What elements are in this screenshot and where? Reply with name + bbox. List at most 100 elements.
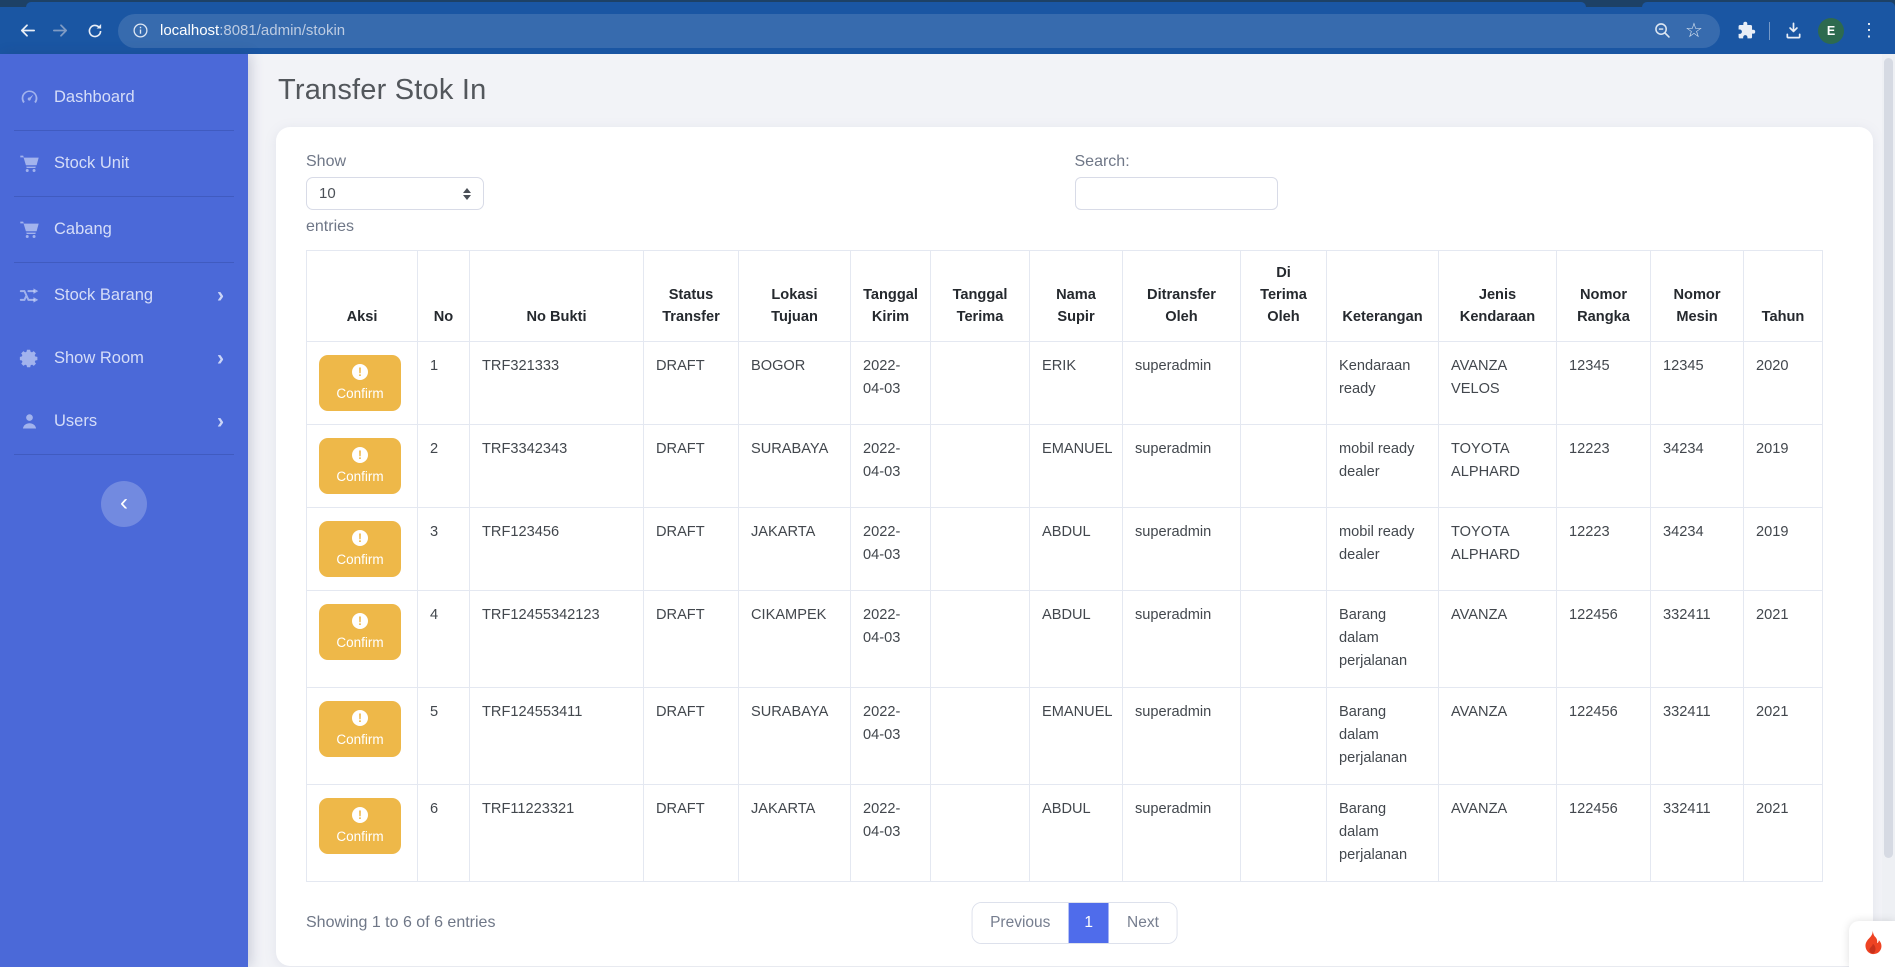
chevron-right-icon: › [217, 347, 224, 370]
sidebar-item-stock-unit[interactable]: Stock Unit [0, 132, 248, 195]
confirm-button-label: Confirm [336, 551, 384, 567]
cell-keterangan: Barang dalam perjalanan [1326, 686, 1439, 785]
column-header-tanggal-terima[interactable]: Tanggal Terima [930, 250, 1030, 342]
cell-jenis-kendaraan: AVANZA VELOS [1438, 340, 1557, 425]
cell-no: 6 [417, 783, 470, 882]
extensions-icon[interactable] [1730, 21, 1762, 40]
column-header-status-transfer[interactable]: Status Transfer [643, 250, 739, 342]
cell-no-bukti: TRF3342343 [469, 423, 644, 508]
cell-nomor-rangka: 12223 [1556, 506, 1651, 591]
scrollbar-thumb[interactable] [1884, 58, 1893, 858]
profile-avatar[interactable]: E [1818, 17, 1844, 44]
sidebar-item-label: Dashboard [54, 88, 135, 106]
table-row-5: ! Confirm 5 TRF124553411 DRAFT SURABAYA 2022-0… [306, 686, 1823, 785]
page-length-select[interactable]: 10 [306, 177, 484, 210]
confirm-button[interactable]: ! Confirm [319, 354, 401, 411]
sidebar: Dashboard Stock Unit Cabang Stock Barang › Sh… [0, 54, 248, 967]
bookmark-star-icon[interactable]: ☆ [1678, 21, 1710, 41]
cell-status-transfer: DRAFT [643, 589, 739, 688]
cell-aksi: ! Confirm [306, 589, 418, 688]
cell-aksi: ! Confirm [306, 686, 418, 785]
search-block: Search: [1074, 153, 1844, 236]
reload-button[interactable] [78, 14, 112, 48]
menu-kebab-icon[interactable]: ⋮ [1853, 20, 1885, 41]
sidebar-item-show-room[interactable]: Show Room › [0, 327, 248, 390]
cell-nama-supir: ABDUL [1029, 506, 1123, 591]
downloads-icon[interactable] [1777, 21, 1809, 40]
back-button[interactable] [10, 14, 44, 48]
entries-label: entries [306, 218, 355, 235]
confirm-button[interactable]: ! Confirm [319, 520, 401, 577]
shuffle-icon [19, 285, 40, 306]
pagination-previous[interactable]: Previous [972, 902, 1069, 943]
url-host: localhost [160, 22, 220, 39]
column-header-di-terima-oleh[interactable]: Di Terima Oleh [1240, 250, 1327, 342]
chevron-right-icon: › [217, 284, 224, 307]
column-header-aksi[interactable]: Aksi [306, 250, 418, 342]
cell-no-bukti: TRF123456 [469, 506, 644, 591]
cart-icon [19, 219, 40, 240]
stokin-table: Aksi No No Bukti Status Transfer Lokasi Tuju… [306, 250, 1823, 882]
sidebar-item-stock-barang[interactable]: Stock Barang › [0, 264, 248, 327]
confirm-button[interactable]: ! Confirm [319, 437, 401, 494]
cell-no-bukti: TRF124553411 [469, 686, 644, 785]
pagination-page-1[interactable]: 1 [1068, 902, 1110, 943]
sidebar-item-label: Cabang [54, 220, 112, 238]
cell-nomor-mesin: 12345 [1650, 340, 1744, 425]
confirm-button-label: Confirm [336, 385, 384, 401]
search-input[interactable] [1074, 177, 1278, 210]
sidebar-collapse-button[interactable]: ‹ [101, 481, 147, 527]
cell-nomor-rangka: 12345 [1556, 340, 1651, 425]
confirm-button-label: Confirm [336, 731, 384, 747]
sidebar-item-cabang[interactable]: Cabang [0, 198, 248, 261]
column-header-keterangan[interactable]: Keterangan [1326, 250, 1439, 342]
column-header-nama-supir[interactable]: Nama Supir [1029, 250, 1123, 342]
sidebar-item-label: Stock Unit [54, 154, 130, 172]
cell-tanggal-terima [930, 589, 1030, 688]
show-label: Show [306, 153, 347, 170]
scrollbar[interactable] [1882, 54, 1895, 921]
debug-toolbar-flame-icon[interactable] [1849, 921, 1895, 967]
column-header-nomor-rangka[interactable]: Nomor Rangka [1556, 250, 1651, 342]
exclamation-circle-icon: ! [352, 529, 368, 546]
column-header-jenis-kendaraan[interactable]: Jenis Kendaraan [1438, 250, 1557, 342]
column-header-nomor-mesin[interactable]: Nomor Mesin [1650, 250, 1744, 342]
table-footer: Showing 1 to 6 of 6 entries Previous 1 N… [306, 901, 1843, 944]
address-bar[interactable]: localhost:8081/admin/stokin ☆ [118, 13, 1720, 48]
cell-tanggal-kirim: 2022-04-03 [850, 686, 931, 785]
confirm-button-label: Confirm [336, 828, 384, 844]
table-row-1: ! Confirm 1 TRF321333 DRAFT BOGOR 2022-04-03 ER… [306, 340, 1823, 425]
confirm-button[interactable]: ! Confirm [319, 797, 401, 854]
cell-lokasi-tujuan: CIKAMPEK [738, 589, 851, 688]
forward-button[interactable] [44, 14, 78, 48]
column-header-ditransfer-oleh[interactable]: Ditransfer Oleh [1122, 250, 1241, 342]
confirm-button-label: Confirm [336, 468, 384, 484]
sidebar-nav: Dashboard Stock Unit Cabang Stock Barang › Sh… [0, 54, 248, 455]
gear-icon [19, 348, 40, 369]
column-header-no-bukti[interactable]: No Bukti [469, 250, 644, 342]
site-info-icon[interactable] [132, 22, 149, 39]
cell-nomor-rangka: 12223 [1556, 423, 1651, 508]
column-header-lokasi-tujuan[interactable]: Lokasi Tujuan [738, 250, 851, 342]
cell-tahun: 2021 [1743, 686, 1823, 785]
cell-aksi: ! Confirm [306, 506, 418, 591]
confirm-button[interactable]: ! Confirm [319, 700, 401, 757]
cell-ditransfer-oleh: superadmin [1122, 686, 1241, 785]
confirm-button[interactable]: ! Confirm [319, 603, 401, 660]
cell-tanggal-kirim: 2022-04-03 [850, 340, 931, 425]
table-row-4: ! Confirm 4 TRF12455342123 DRAFT CIKAMPEK 2022… [306, 589, 1823, 688]
column-header-tahun[interactable]: Tahun [1743, 250, 1823, 342]
cell-tanggal-kirim: 2022-04-03 [850, 506, 931, 591]
sidebar-item-label: Stock Barang [54, 286, 154, 304]
cell-tanggal-kirim: 2022-04-03 [850, 783, 931, 882]
url-path: :8081/admin/stokin [219, 22, 346, 39]
pagination-next[interactable]: Next [1109, 902, 1177, 943]
active-tab[interactable] [26, 2, 1586, 7]
sidebar-item-users[interactable]: Users › [0, 390, 248, 453]
zoom-icon[interactable] [1646, 21, 1678, 40]
column-header-no[interactable]: No [417, 250, 470, 342]
cell-jenis-kendaraan: AVANZA [1438, 783, 1557, 882]
column-header-tanggal-kirim[interactable]: Tanggal Kirim [850, 250, 931, 342]
cell-nama-supir: ABDUL [1029, 589, 1123, 688]
sidebar-item-dashboard[interactable]: Dashboard [0, 66, 248, 129]
